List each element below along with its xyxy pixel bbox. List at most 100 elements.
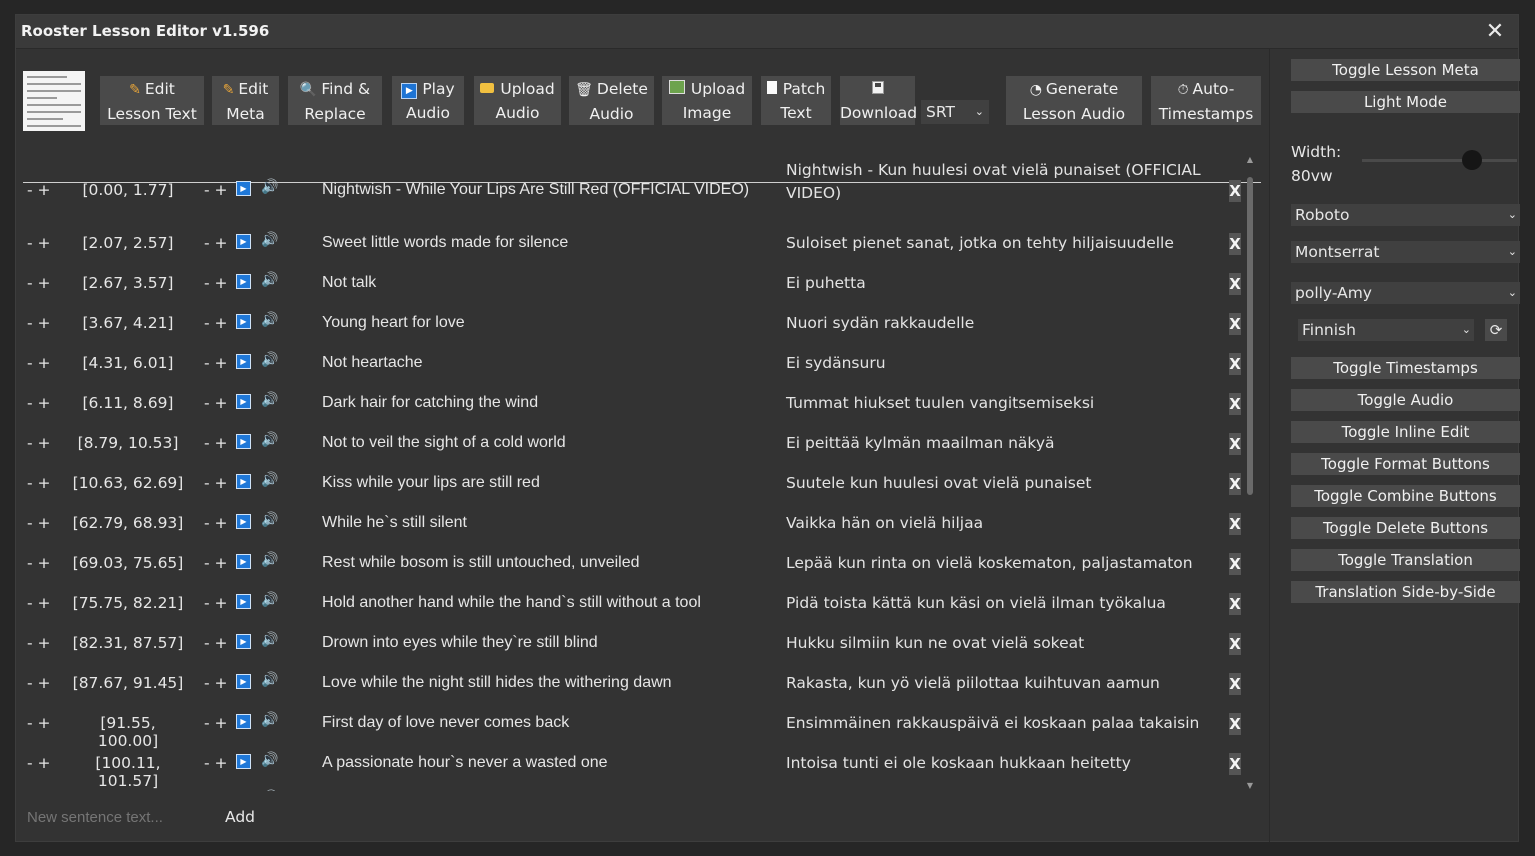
merge-adjust-buttons[interactable]: - + xyxy=(27,181,51,199)
delete-row-button[interactable]: X xyxy=(1229,753,1241,775)
play-icon[interactable]: ▶ xyxy=(236,754,251,769)
source-sentence[interactable]: Not to veil the sight of a cold world xyxy=(322,434,566,452)
timestamp-adjust-buttons[interactable]: - + xyxy=(204,594,228,612)
delete-row-button[interactable]: X xyxy=(1229,433,1241,455)
speaker-icon[interactable]: 🔊 xyxy=(261,272,278,288)
download-button[interactable]: Download xyxy=(840,76,917,125)
play-icon[interactable]: ▶ xyxy=(236,674,251,689)
delete-row-button[interactable]: X xyxy=(1229,593,1241,615)
upload-audio-button[interactable]: Upload Audio xyxy=(474,76,561,125)
translation-sentence[interactable]: Hukku silmiin kun ne ovat vielä sokeat xyxy=(786,632,1226,655)
merge-adjust-buttons[interactable]: - + xyxy=(27,474,51,492)
play-icon[interactable]: ▶ xyxy=(236,554,251,569)
translation-sentence[interactable]: Suloiset pienet sanat, jotka on tehty hi… xyxy=(786,232,1226,255)
timestamp-adjust-buttons[interactable]: - + xyxy=(204,394,228,412)
play-icon[interactable]: ▶ xyxy=(236,514,251,529)
source-sentence[interactable]: Kiss while your lips are still red xyxy=(322,474,540,492)
timestamp[interactable]: [82.31, 87.57] xyxy=(68,634,188,652)
translation-side-by-side-button[interactable]: Translation Side-by-Side xyxy=(1291,581,1520,603)
speaker-icon[interactable]: 🔊 xyxy=(261,432,278,448)
merge-adjust-buttons[interactable]: - + xyxy=(27,354,51,372)
delete-row-button[interactable]: X xyxy=(1229,180,1241,202)
scroll-up-arrow-icon[interactable]: ▲ xyxy=(1245,155,1255,165)
width-slider[interactable] xyxy=(1362,150,1517,170)
timestamp-adjust-buttons[interactable]: - + xyxy=(204,754,228,772)
timestamp[interactable]: [10.63, 62.69] xyxy=(68,474,188,492)
lesson-thumbnail[interactable] xyxy=(23,71,85,131)
timestamp-adjust-buttons[interactable]: - + xyxy=(204,434,228,452)
toggle-lesson-meta-button[interactable]: Toggle Lesson Meta xyxy=(1291,59,1520,81)
scrollbar-thumb[interactable] xyxy=(1247,177,1253,495)
timestamp-adjust-buttons[interactable]: - + xyxy=(204,714,228,732)
play-icon[interactable]: ▶ xyxy=(236,394,251,409)
upload-image-button[interactable]: Upload Image xyxy=(662,76,752,125)
new-sentence-input[interactable] xyxy=(25,808,199,827)
timestamp-adjust-buttons[interactable]: - + xyxy=(204,554,228,572)
source-sentence[interactable]: Rest while bosom is still untouched, unv… xyxy=(322,554,640,572)
patch-text-button[interactable]: Patch Text xyxy=(761,76,831,125)
translation-sentence[interactable]: Ei peittää kylmän maailman näkyä xyxy=(786,432,1226,455)
play-icon[interactable]: ▶ xyxy=(236,181,251,196)
source-sentence[interactable]: Not heartache xyxy=(322,354,423,372)
timestamp[interactable]: [62.79, 68.93] xyxy=(68,514,188,532)
speaker-icon[interactable]: 🔊 xyxy=(261,752,278,768)
merge-adjust-buttons[interactable]: - + xyxy=(27,434,51,452)
speaker-icon[interactable]: 🔊 xyxy=(261,472,278,488)
source-sentence[interactable]: A passionate hour`s never a wasted one xyxy=(322,754,608,772)
delete-row-button[interactable]: X xyxy=(1229,353,1241,375)
speaker-icon[interactable]: 🔊 xyxy=(261,790,278,791)
source-sentence[interactable]: Not talk xyxy=(322,274,376,292)
delete-row-button[interactable]: X xyxy=(1229,233,1241,255)
merge-adjust-buttons[interactable]: - + xyxy=(27,714,51,732)
timestamp-adjust-buttons[interactable]: - + xyxy=(204,274,228,292)
toggle-audio-button[interactable]: Toggle Audio xyxy=(1291,389,1520,411)
translation-sentence[interactable]: Viulu, runoilijan käsi xyxy=(786,790,1226,791)
timestamp-adjust-buttons[interactable]: - + xyxy=(204,234,228,252)
timestamp[interactable]: [2.07, 2.57] xyxy=(68,234,188,252)
delete-row-button[interactable]: X xyxy=(1229,473,1241,495)
speaker-icon[interactable]: 🔊 xyxy=(261,392,278,408)
translation-sentence[interactable]: Rakasta, kun yö vielä piilottaa kuihtuva… xyxy=(786,672,1226,695)
refresh-icon[interactable]: ⟳ xyxy=(1485,319,1507,341)
delete-row-button[interactable]: X xyxy=(1229,633,1241,655)
delete-row-button[interactable]: X xyxy=(1229,673,1241,695)
speaker-icon[interactable]: 🔊 xyxy=(261,632,278,648)
timestamp[interactable]: [87.67, 91.45] xyxy=(68,674,188,692)
merge-adjust-buttons[interactable]: - + xyxy=(27,394,51,412)
scroll-down-arrow-icon[interactable]: ▼ xyxy=(1245,781,1255,791)
source-sentence[interactable]: Sweet little words made for silence xyxy=(322,234,568,252)
light-mode-button[interactable]: Light Mode xyxy=(1291,91,1520,113)
speaker-icon[interactable]: 🔊 xyxy=(261,352,278,368)
width-slider-knob[interactable] xyxy=(1462,150,1482,170)
merge-adjust-buttons[interactable]: - + xyxy=(27,514,51,532)
delete-row-button[interactable]: X xyxy=(1229,553,1241,575)
source-sentence[interactable]: Dark hair for catching the wind xyxy=(322,394,538,412)
translation-sentence[interactable]: Ei puhetta xyxy=(786,272,1226,295)
play-icon[interactable]: ▶ xyxy=(236,634,251,649)
toggle-format-buttons-button[interactable]: Toggle Format Buttons xyxy=(1291,453,1520,475)
close-button[interactable]: ✕ xyxy=(1483,20,1507,44)
source-sentence[interactable]: Nightwish - While Your Lips Are Still Re… xyxy=(322,181,749,199)
play-icon[interactable]: ▶ xyxy=(236,314,251,329)
timestamp-adjust-buttons[interactable]: - + xyxy=(204,314,228,332)
translation-sentence[interactable]: Lepää kun rinta on vielä koskematon, pal… xyxy=(786,552,1226,575)
timestamp-adjust-buttons[interactable]: - + xyxy=(204,181,228,199)
delete-row-button[interactable]: X xyxy=(1229,313,1241,335)
source-sentence[interactable]: Love while the night still hides the wit… xyxy=(322,674,672,692)
delete-row-button[interactable]: X xyxy=(1229,513,1241,535)
merge-adjust-buttons[interactable]: - + xyxy=(27,554,51,572)
translation-sentence[interactable]: Ensimmäinen rakkauspäivä ei koskaan pala… xyxy=(786,712,1226,735)
edit-lesson-text-button[interactable]: ✎ Edit Lesson Text xyxy=(100,76,204,125)
translation-sentence[interactable]: Nuori sydän rakkaudelle xyxy=(786,312,1226,335)
speaker-icon[interactable]: 🔊 xyxy=(261,312,278,328)
timestamp-adjust-buttons[interactable]: - + xyxy=(204,354,228,372)
speaker-icon[interactable]: 🔊 xyxy=(261,552,278,568)
toggle-combine-buttons-button[interactable]: Toggle Combine Buttons xyxy=(1291,485,1520,507)
play-icon[interactable]: ▶ xyxy=(236,274,251,289)
merge-adjust-buttons[interactable]: - + xyxy=(27,754,51,772)
find-replace-button[interactable]: 🔍 Find & Replace xyxy=(288,76,382,125)
add-sentence-button[interactable]: Add xyxy=(225,808,255,826)
font-select-secondary[interactable]: Montserrat ⌄ xyxy=(1291,241,1520,263)
timestamp-adjust-buttons[interactable]: - + xyxy=(204,634,228,652)
merge-adjust-buttons[interactable]: - + xyxy=(27,314,51,332)
